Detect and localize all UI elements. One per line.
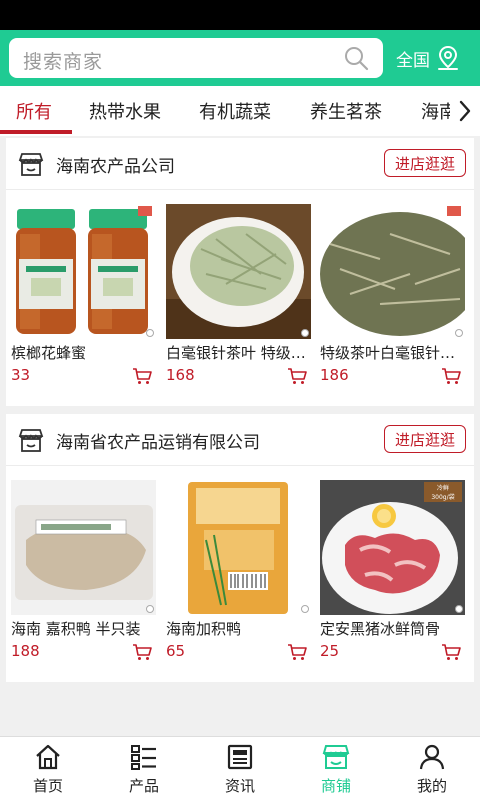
add-to-cart-icon[interactable] <box>287 643 307 661</box>
zoom-icon <box>455 605 463 613</box>
product-name: 海南 嘉积鸭 半只装 <box>11 620 141 638</box>
product-image-honey <box>11 204 156 339</box>
zoom-icon <box>301 329 309 337</box>
add-to-cart-icon[interactable] <box>132 367 152 385</box>
product-card[interactable]: 海南加积鸭 65 <box>166 480 311 660</box>
pork-pack-text: 300g/袋 <box>431 493 454 501</box>
region-label: 全国 <box>396 50 430 71</box>
search-input[interactable]: 搜索商家 <box>9 38 383 78</box>
shop-icon <box>322 745 350 769</box>
product-card[interactable]: 冷鲜 300g/袋 定安黑猪冰鲜筒骨 25 <box>320 480 465 660</box>
shop-name: 海南农产品公司 <box>56 157 175 177</box>
user-icon <box>419 744 445 770</box>
product-name: 槟榔花蜂蜜 <box>11 344 87 362</box>
zoom-icon <box>455 329 463 337</box>
zoom-icon <box>146 605 154 613</box>
nav-news-label: 资讯 <box>224 777 255 795</box>
shop-icon <box>18 153 44 176</box>
location-pin-icon <box>438 45 458 70</box>
chevron-right-icon <box>459 100 471 122</box>
tab-health-tea[interactable]: 养生茗茶 <box>310 98 382 124</box>
nav-shops[interactable]: 商铺 <box>288 743 384 800</box>
add-to-cart-icon[interactable] <box>441 367 461 385</box>
nav-home-label: 首页 <box>32 777 63 795</box>
product-card[interactable]: 特级茶叶白毫银针散装 186 <box>320 204 465 384</box>
product-name: 定安黑猪冰鲜筒骨 <box>320 620 441 638</box>
nav-products-label: 产品 <box>128 777 159 795</box>
add-to-cart-icon[interactable] <box>287 367 307 385</box>
list-icon <box>131 745 156 770</box>
product-name: 白毫银针茶叶 特级散装 <box>166 344 306 362</box>
product-name: 海南加积鸭 <box>166 620 242 638</box>
tab-all[interactable]: 所有 <box>16 98 52 124</box>
tab-tropical-fruit[interactable]: 热带水果 <box>89 98 161 124</box>
nav-profile-label: 我的 <box>416 777 447 795</box>
shop-name: 海南省农产品运销有限公司 <box>56 433 260 453</box>
tab-organic-vegetables[interactable]: 有机蔬菜 <box>199 98 271 124</box>
search-placeholder: 搜索商家 <box>23 51 104 73</box>
add-to-cart-icon[interactable] <box>441 643 461 661</box>
product-image-duck-pack <box>166 480 311 615</box>
product-card[interactable]: 白毫银针茶叶 特级散装 168 <box>166 204 311 384</box>
product-name: 特级茶叶白毫银针散装 <box>320 344 460 362</box>
region-selector[interactable]: 全国 <box>396 44 460 72</box>
visit-shop-button[interactable]: 进店逛逛 <box>384 425 466 453</box>
nav-news[interactable]: 资讯 <box>192 743 288 800</box>
product-image-duck <box>11 480 156 615</box>
shop-card: 海南农产品公司 进店逛逛 槟榔花蜂蜜 33 白毫银针茶叶 特级散装 168 特级… <box>6 138 474 406</box>
header-bar: 搜索商家 全国 <box>0 30 480 86</box>
shop-icon <box>18 429 44 452</box>
add-to-cart-icon[interactable] <box>132 643 152 661</box>
home-icon <box>36 744 60 770</box>
news-icon <box>227 744 253 770</box>
nav-profile[interactable]: 我的 <box>384 743 480 800</box>
shop-header[interactable]: 海南省农产品运销有限公司 进店逛逛 <box>6 414 474 466</box>
status-bar <box>0 0 480 30</box>
product-image-tea-cake <box>320 204 465 339</box>
nav-home[interactable]: 首页 <box>0 743 96 800</box>
nav-shops-label: 商铺 <box>320 777 351 795</box>
tabs-scroll-button[interactable] <box>450 86 480 136</box>
pork-tag-text: 冷鲜 <box>437 484 449 492</box>
shop-card: 海南省农产品运销有限公司 进店逛逛 海南 嘉积鸭 半只装 188 海南加积鸭 6… <box>6 414 474 682</box>
nav-products[interactable]: 产品 <box>96 743 192 800</box>
product-card[interactable]: 海南 嘉积鸭 半只装 188 <box>11 480 156 660</box>
visit-shop-button[interactable]: 进店逛逛 <box>384 149 466 177</box>
product-image-pork-bone: 冷鲜 300g/袋 <box>320 480 465 615</box>
zoom-icon <box>301 605 309 613</box>
shop-header[interactable]: 海南农产品公司 进店逛逛 <box>6 138 474 190</box>
product-card[interactable]: 槟榔花蜂蜜 33 <box>11 204 156 384</box>
category-tabs: 所有 热带水果 有机蔬菜 养生茗茶 海南 <box>0 86 480 136</box>
tab-active-indicator <box>0 130 72 134</box>
zoom-icon <box>146 329 154 337</box>
search-icon[interactable] <box>343 45 369 71</box>
product-image-white-tea <box>166 204 311 339</box>
bottom-navigation: 首页 产品 资讯 商铺 我的 <box>0 736 480 800</box>
